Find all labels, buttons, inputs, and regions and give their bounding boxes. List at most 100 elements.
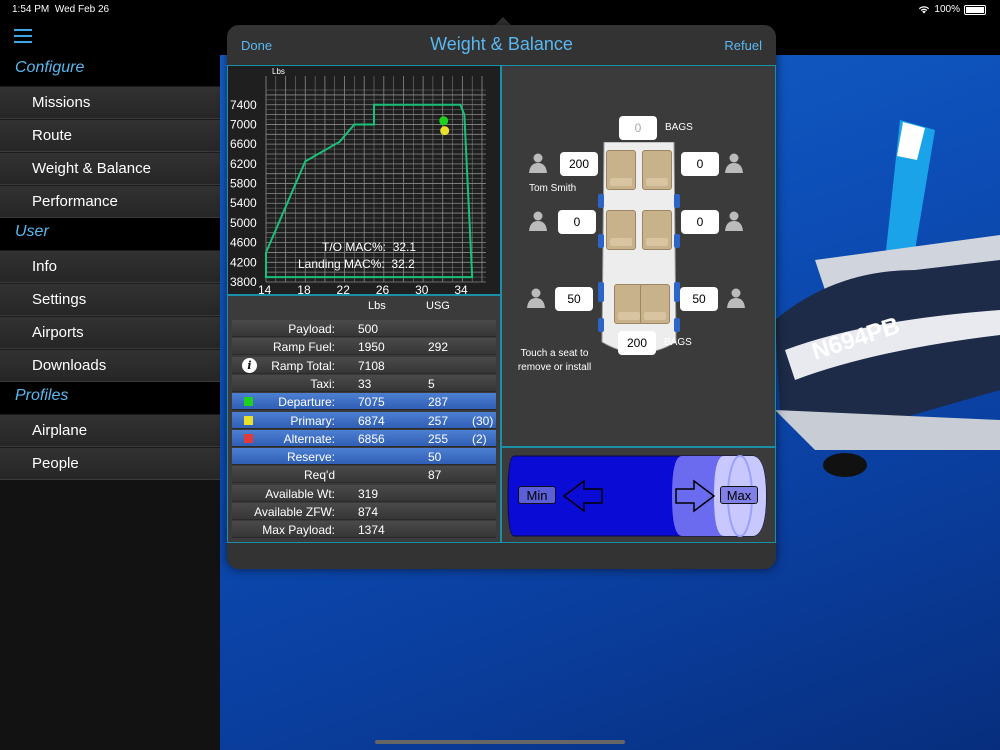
cell-lbs: 500 — [358, 322, 379, 336]
y-tick-label: 4200 — [230, 255, 257, 269]
sidebar-item-label: Performance — [32, 193, 118, 210]
table-row: Alternate: 6856 255 (2) — [232, 429, 496, 447]
aft-bags-weight[interactable]: 200 — [618, 331, 656, 355]
cell-usg: 50 — [428, 450, 442, 465]
sidebar-item-missions[interactable]: Missions — [0, 86, 220, 119]
cg-point — [439, 116, 449, 126]
wifi-icon — [919, 6, 930, 14]
table-row: Taxi: 33 5 — [232, 374, 496, 392]
table-row: Primary: 6874 257 (30) — [232, 411, 496, 429]
section-header-profiles: Profiles — [0, 382, 220, 414]
primary-color-swatch — [244, 415, 253, 425]
cabin-diagram — [596, 141, 682, 360]
departure-color-swatch — [244, 397, 253, 407]
landing-mac-readout: Landing MAC%: 32.2 — [298, 257, 415, 271]
sidebar-top — [0, 20, 220, 54]
section-header-configure: Configure — [0, 54, 220, 86]
sidebar-item-airports[interactable]: Airports — [0, 316, 220, 349]
cell-label: Available Wt: — [265, 486, 335, 501]
x-tick-label: 14 — [258, 283, 272, 294]
y-axis-label: Lbs — [272, 67, 285, 76]
seat-row2-right[interactable] — [642, 210, 672, 250]
seat-row3-right[interactable] — [640, 284, 670, 324]
sidebar-item-weight-balance[interactable]: Weight & Balance — [0, 152, 220, 185]
table-row: Available ZFW: 874 — [232, 503, 496, 520]
to-mac-readout: T/O MAC%: 32.1 — [322, 240, 416, 254]
sidebar-item-label: Route — [32, 127, 73, 144]
x-tick-label: 18 — [297, 283, 311, 294]
fuel-min-button[interactable]: Min — [518, 486, 556, 504]
cell-usg: 5 — [428, 376, 435, 391]
front-bags-label: BAGS — [665, 122, 693, 133]
popover-title: Weight & Balance — [430, 34, 573, 54]
sidebar: Configure Missions Route Weight & Balanc… — [0, 20, 220, 750]
x-tick-label: 30 — [415, 283, 429, 294]
col-header-usg: USG — [426, 300, 450, 312]
info-icon[interactable]: i — [242, 357, 257, 373]
cell-label: Max Payload: — [262, 523, 335, 538]
fuel-max-button[interactable]: Max — [720, 486, 758, 504]
seat-pilot[interactable] — [606, 150, 636, 190]
seat-row2-left[interactable] — [606, 210, 636, 250]
menu-icon[interactable] — [14, 29, 32, 43]
sidebar-item-performance[interactable]: Performance — [0, 185, 220, 218]
y-tick-label: 4600 — [230, 236, 257, 250]
weights-table: Lbs USG Payload: 500 Ramp Fuel: 1950 292 i Ram… — [227, 295, 501, 543]
seat-row2-left-weight[interactable]: 0 — [558, 210, 596, 234]
sidebar-item-label: Airports — [32, 324, 84, 341]
alternate-color-swatch — [244, 433, 253, 443]
sidebar-item-settings[interactable]: Settings — [0, 283, 220, 316]
cell-label: Taxi: — [310, 376, 335, 391]
sidebar-item-label: Info — [32, 258, 58, 275]
sidebar-empty — [0, 480, 220, 750]
person-icon[interactable] — [528, 152, 548, 174]
sidebar-item-downloads[interactable]: Downloads — [0, 349, 220, 382]
sidebar-item-label: Missions — [32, 94, 91, 111]
battery-percent: 100% — [934, 4, 960, 15]
to-mac-value: 32.1 — [392, 240, 417, 254]
cell-lbs: 1950 — [358, 340, 385, 355]
table-row: Ramp Fuel: 1950 292 — [232, 338, 496, 356]
person-icon[interactable] — [528, 210, 548, 232]
sidebar-item-route[interactable]: Route — [0, 119, 220, 152]
seat-row3-left-weight[interactable]: 50 — [555, 287, 593, 311]
y-tick-label: 6200 — [230, 157, 257, 171]
cell-lbs: 1374 — [358, 523, 385, 538]
person-icon[interactable] — [526, 287, 546, 309]
table-row: Reserve: 50 — [232, 448, 496, 466]
seat-row1-right-weight[interactable]: 0 — [681, 152, 719, 176]
refuel-button[interactable]: Refuel — [724, 38, 762, 53]
cg-point — [440, 126, 450, 136]
seat-row3-right-weight[interactable]: 50 — [680, 287, 718, 311]
sidebar-item-label: Settings — [32, 291, 87, 308]
cell-lbs: 874 — [358, 505, 379, 519]
sidebar-item-airplane[interactable]: Airplane — [0, 414, 220, 447]
y-tick-label: 6600 — [230, 137, 257, 151]
table-row: Available Wt: 319 — [232, 484, 496, 502]
sidebar-item-info[interactable]: Info — [0, 250, 220, 283]
seat-row2-right-weight[interactable]: 0 — [681, 210, 719, 234]
table-row: i Ramp Total: 7108 — [232, 356, 496, 374]
cell-usg: 292 — [428, 340, 449, 355]
seat-row1-left-weight[interactable]: 200 — [560, 152, 598, 176]
sidebar-item-people[interactable]: People — [0, 447, 220, 480]
seat-copilot[interactable] — [642, 150, 672, 190]
cell-label: Departure: — [278, 395, 335, 410]
status-battery: 100% — [918, 4, 986, 15]
table-row: Req'd 87 — [232, 466, 496, 484]
front-bags-weight[interactable]: 0 — [619, 116, 657, 140]
table-row: Max Payload: 1374 — [232, 521, 496, 539]
aft-bags-label: BAGS — [664, 337, 692, 348]
popover-header: Done Weight & Balance Refuel — [227, 25, 776, 65]
person-icon[interactable] — [724, 152, 744, 174]
cell-par: (2) — [472, 431, 487, 446]
cell-lbs: 6874 — [358, 413, 385, 428]
sidebar-item-label: Airplane — [32, 422, 88, 439]
cell-label: Payload: — [288, 322, 335, 336]
to-mac-label: T/O MAC%: — [322, 240, 387, 254]
home-indicator — [375, 740, 625, 744]
person-icon[interactable] — [726, 287, 746, 309]
landing-mac-label: Landing MAC%: — [298, 257, 385, 271]
y-tick-label: 5000 — [230, 216, 257, 230]
person-icon[interactable] — [724, 210, 744, 232]
